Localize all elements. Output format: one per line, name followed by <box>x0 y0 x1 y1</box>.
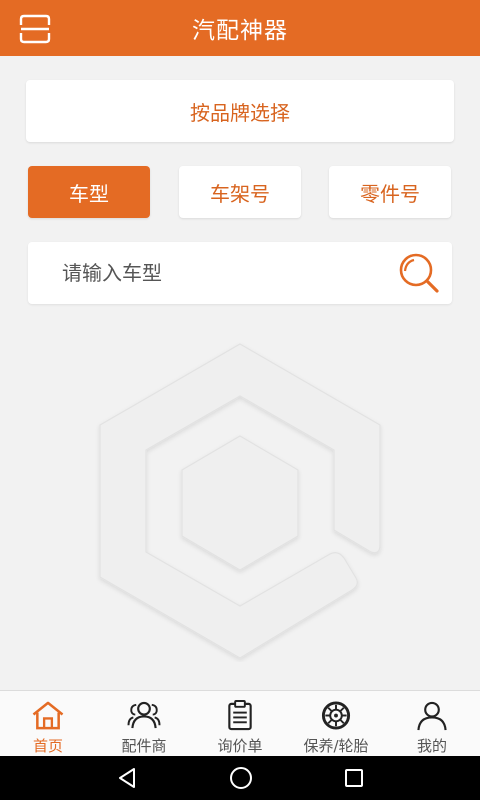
clipboard-icon <box>228 700 252 731</box>
recents-icon[interactable] <box>343 767 365 789</box>
tab-vin[interactable]: 车架号 <box>179 166 301 218</box>
menu-icon <box>19 14 51 44</box>
nav-maintenance[interactable]: 保养/轮胎 <box>288 691 384 756</box>
nav-suppliers-label: 配件商 <box>121 737 167 755</box>
app-bar: 汽配神器 <box>0 0 480 56</box>
page-title: 汽配神器 <box>192 18 288 44</box>
tire-icon <box>321 701 351 730</box>
brand-select-button[interactable]: 按品牌选择 <box>26 80 454 142</box>
home-circle-icon[interactable] <box>228 765 254 791</box>
nav-profile[interactable]: 我的 <box>384 691 480 756</box>
search-box <box>28 242 452 304</box>
tab-model[interactable]: 车型 <box>28 166 150 218</box>
nav-home[interactable]: 首页 <box>0 691 96 756</box>
nav-inquiry-label: 询价单 <box>217 737 263 755</box>
tab-part-number[interactable]: 零件号 <box>329 166 451 218</box>
system-nav-bar <box>0 756 480 800</box>
home-icon <box>32 701 64 730</box>
search-icon[interactable] <box>396 250 442 296</box>
nav-maintenance-label: 保养/轮胎 <box>303 737 369 755</box>
menu-button[interactable] <box>16 12 54 46</box>
search-input[interactable] <box>62 242 382 304</box>
nav-suppliers[interactable]: 配件商 <box>96 691 192 756</box>
nav-home-label: 首页 <box>32 737 63 755</box>
nav-inquiry[interactable]: 询价单 <box>192 691 288 756</box>
people-icon <box>127 701 161 729</box>
watermark-logo <box>99 343 381 659</box>
back-icon[interactable] <box>115 766 139 790</box>
person-icon <box>417 701 447 731</box>
bottom-nav: 首页 配件商 询价单 保养/轮胎 我的 <box>0 690 480 756</box>
nav-profile-label: 我的 <box>416 737 447 755</box>
